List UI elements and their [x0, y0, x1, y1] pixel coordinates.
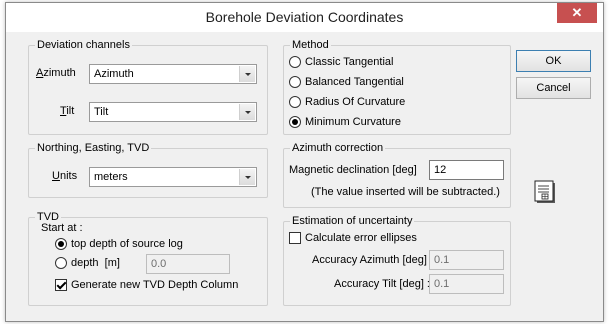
declination-label: Magnetic declination [deg] — [289, 164, 417, 176]
units-combo[interactable]: meters — [89, 167, 257, 187]
report-icon[interactable] — [533, 179, 559, 205]
nev-legend: Northing, Easting, TVD — [37, 142, 150, 154]
tvd-group: TVD Start at : top depth of source log d… — [28, 211, 268, 306]
window-title: Borehole Deviation Coordinates — [205, 9, 404, 25]
dialog-window: Borehole Deviation Coordinates ✕ Deviati… — [5, 2, 604, 322]
radio-minimum-curvature-label[interactable]: Minimum Curvature — [305, 116, 401, 128]
generate-tvd-label[interactable]: Generate new TVD Depth Column — [71, 279, 238, 291]
accuracy-tilt-label: Accuracy Tilt [deg] : — [334, 278, 430, 290]
declination-field[interactable]: 12 — [429, 160, 504, 180]
tilt-combo[interactable]: Tilt — [89, 102, 257, 122]
chevron-down-icon[interactable] — [239, 104, 255, 120]
error-ellipses-label[interactable]: Calculate error ellipses — [305, 232, 417, 244]
declination-note: (The value inserted will be subtracted.) — [311, 186, 500, 198]
start-at-label: Start at : — [41, 222, 83, 234]
radio-balanced-tangential-label[interactable]: Balanced Tangential — [305, 76, 404, 88]
tilt-combo-value: Tilt — [94, 106, 109, 118]
error-ellipses-checkbox[interactable] — [289, 232, 301, 244]
close-button[interactable]: ✕ — [557, 3, 597, 23]
radio-classic-tangential[interactable] — [289, 56, 301, 68]
azimuth-combo[interactable]: Azimuth — [89, 64, 257, 84]
uncertainty-group: Estimation of uncertainty Calculate erro… — [283, 215, 511, 306]
dialog-body: Deviation channels Azimuth Azimuth Tilt … — [13, 33, 596, 315]
accuracy-azimuth-label: Accuracy Azimuth [deg] : — [312, 254, 434, 266]
radio-classic-tangential-label[interactable]: Classic Tangential — [305, 56, 393, 68]
nev-group: Northing, Easting, TVD Units meters — [28, 142, 268, 198]
chevron-down-icon[interactable] — [239, 169, 255, 185]
radio-top-depth[interactable] — [55, 238, 67, 250]
units-label: Units — [52, 170, 78, 182]
azimuth-correction-legend: Azimuth correction — [292, 142, 384, 154]
chevron-down-icon[interactable] — [239, 66, 255, 82]
generate-tvd-checkbox[interactable] — [55, 279, 67, 291]
units-combo-value: meters — [94, 171, 128, 183]
azimuth-correction-group: Azimuth correction Magnetic declination … — [283, 142, 511, 208]
units-label-rest: nits — [59, 170, 78, 182]
uncertainty-legend: Estimation of uncertainty — [292, 215, 413, 227]
method-group: Method Classic Tangential Balanced Tange… — [283, 39, 511, 135]
radio-depth[interactable] — [55, 257, 67, 269]
depth-field[interactable]: 0.0 — [146, 254, 230, 274]
tilt-label: Tilt — [60, 105, 75, 117]
radio-top-depth-label[interactable]: top depth of source log — [71, 238, 183, 250]
radio-depth-label[interactable]: depth [m] — [71, 257, 120, 269]
ok-button[interactable]: OK — [516, 50, 591, 72]
radio-balanced-tangential[interactable] — [289, 76, 301, 88]
accuracy-azimuth-field[interactable]: 0.1 — [429, 250, 504, 270]
tilt-label-rest: ilt — [66, 105, 75, 117]
azimuth-label-rest: zimuth — [43, 67, 76, 79]
azimuth-label: Azimuth — [36, 67, 76, 79]
radio-minimum-curvature[interactable] — [289, 116, 301, 128]
cancel-button[interactable]: Cancel — [516, 77, 591, 99]
title-bar: Borehole Deviation Coordinates ✕ — [6, 3, 603, 32]
azimuth-combo-value: Azimuth — [94, 68, 134, 80]
method-legend: Method — [292, 39, 329, 51]
radio-radius-of-curvature[interactable] — [289, 96, 301, 108]
radio-radius-of-curvature-label[interactable]: Radius Of Curvature — [305, 96, 405, 108]
deviation-channels-legend: Deviation channels — [37, 39, 130, 51]
deviation-channels-group: Deviation channels Azimuth Azimuth Tilt … — [28, 39, 268, 135]
accuracy-tilt-field[interactable]: 0.1 — [429, 274, 504, 294]
